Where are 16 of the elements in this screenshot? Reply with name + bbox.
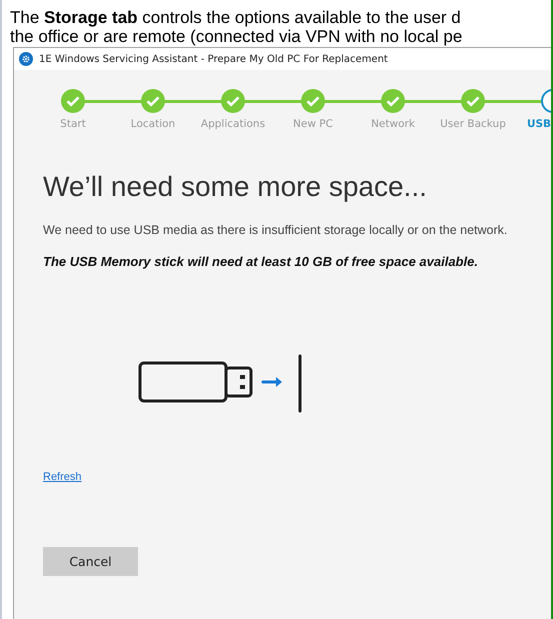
step-label: USB (526, 118, 551, 130)
page-heading: We’ll need some more space... (43, 170, 427, 204)
refresh-link[interactable]: Refresh (43, 471, 82, 483)
intro-text: The Storage tab controls the options available to the user d (10, 8, 461, 27)
step-label: User Backup (440, 118, 506, 130)
app-icon (19, 52, 33, 66)
step-label: Applications (200, 118, 266, 130)
message-text: We need to use USB media as there is insufficient storage locally or on the network. (43, 223, 508, 237)
step-label: New PC (293, 118, 333, 130)
cancel-button[interactable]: Cancel (43, 547, 138, 576)
requirement-text: The USB Memory stick will need at least 10 GB of free space available. (43, 254, 478, 269)
intro-text: the office or are remote (connected via VPN with no local pe (10, 27, 462, 46)
step-label: Start (60, 118, 86, 130)
window-title: 1E Windows Servicing Assistant - Prepare My Old PC For Replacement (39, 54, 388, 64)
step-label: Network (371, 118, 415, 130)
step-label: Location (130, 118, 176, 130)
